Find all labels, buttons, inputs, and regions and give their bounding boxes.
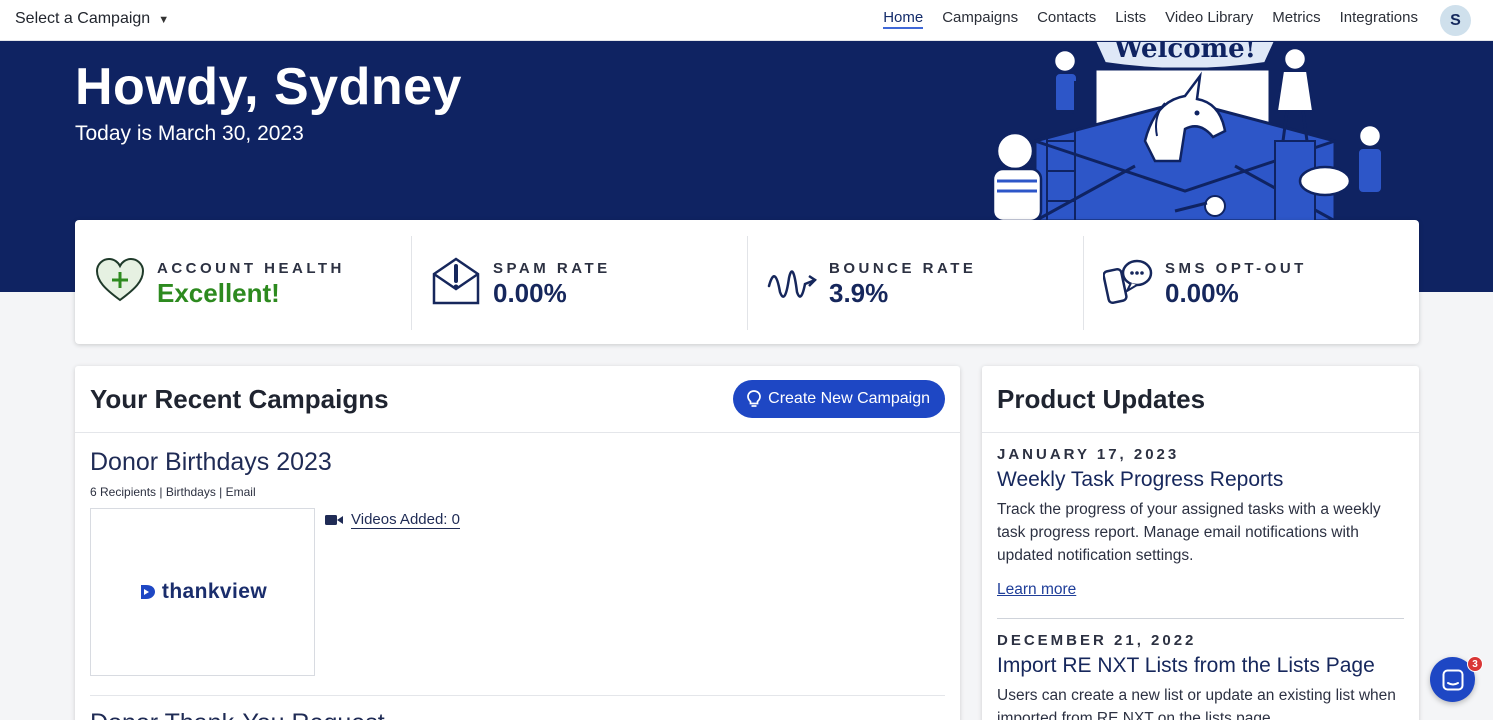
divider bbox=[997, 618, 1404, 619]
stat-value: 0.00% bbox=[1165, 278, 1239, 308]
stat-bounce-rate: BOUNCE RATE 3.9% bbox=[747, 220, 1083, 344]
greeting-heading: Howdy, Sydney bbox=[75, 58, 462, 116]
stat-spam-rate: SPAM RATE 0.00% bbox=[411, 220, 747, 344]
campaign-meta: 6 Recipients | Birthdays | Email bbox=[90, 485, 256, 499]
thankview-logo-mark bbox=[140, 585, 155, 599]
campaign-select-dropdown[interactable]: Select a Campaign ▼ bbox=[15, 10, 169, 28]
main-nav: Home Campaigns Contacts Lists Video Libr… bbox=[883, 9, 1418, 29]
stat-value: 0.00% bbox=[493, 278, 567, 308]
nav-lists[interactable]: Lists bbox=[1115, 9, 1146, 29]
video-camera-icon bbox=[325, 515, 343, 525]
lightbulb-icon bbox=[747, 390, 761, 407]
recent-campaigns-panel: Your Recent Campaigns Create New Campaig… bbox=[75, 366, 960, 720]
notification-badge: 3 bbox=[1467, 656, 1483, 672]
nav-campaigns[interactable]: Campaigns bbox=[942, 9, 1018, 29]
update-body: Users can create a new list or update an… bbox=[997, 687, 1396, 720]
nav-metrics[interactable]: Metrics bbox=[1272, 9, 1320, 29]
stat-label: BOUNCE RATE bbox=[829, 260, 977, 277]
update-title: Weekly Task Progress Reports bbox=[997, 468, 1284, 491]
top-navigation-bar: Select a Campaign ▼ Home Campaigns Conta… bbox=[0, 0, 1493, 41]
campaign-name[interactable]: Donor Birthdays 2023 bbox=[90, 448, 332, 477]
videos-added-link[interactable]: Videos Added: 0 bbox=[325, 511, 460, 529]
stat-label: SPAM RATE bbox=[493, 260, 611, 277]
nav-integrations[interactable]: Integrations bbox=[1340, 9, 1418, 29]
update-title: Import RE NXT Lists from the Lists Page bbox=[997, 654, 1375, 677]
chat-icon bbox=[1442, 669, 1463, 690]
thankview-logo: thankview bbox=[161, 580, 268, 603]
heart-plus-icon bbox=[95, 257, 145, 302]
videos-added-text: Videos Added: 0 bbox=[351, 511, 460, 529]
create-new-campaign-button[interactable]: Create New Campaign bbox=[733, 380, 945, 418]
campaign-select-label: Select a Campaign bbox=[15, 10, 151, 27]
update-item: DECEMBER 21, 2022 Import RE NXT Lists fr… bbox=[997, 632, 1404, 720]
envelope-alert-icon bbox=[432, 257, 480, 305]
welcome-banner-text: Welcome! bbox=[1113, 41, 1256, 64]
bounce-line-icon bbox=[767, 270, 817, 298]
product-updates-title: Product Updates bbox=[997, 384, 1206, 414]
create-new-campaign-label: Create New Campaign bbox=[768, 390, 930, 407]
stat-account-health: ACCOUNT HEALTH Excellent! bbox=[75, 220, 411, 344]
recent-campaigns-title: Your Recent Campaigns bbox=[90, 384, 389, 414]
learn-more-link[interactable]: Learn more bbox=[997, 581, 1076, 599]
divider bbox=[982, 432, 1419, 433]
divider bbox=[90, 695, 945, 696]
stat-sms-opt-out: SMS OPT-OUT 0.00% bbox=[1083, 220, 1419, 344]
update-body: Track the progress of your assigned task… bbox=[997, 501, 1381, 564]
user-avatar[interactable]: S bbox=[1440, 5, 1471, 36]
update-item: JANUARY 17, 2023 Weekly Task Progress Re… bbox=[997, 446, 1404, 599]
nav-home[interactable]: Home bbox=[883, 9, 924, 29]
stat-label: ACCOUNT HEALTH bbox=[157, 260, 345, 277]
update-date: JANUARY 17, 2023 bbox=[997, 446, 1180, 463]
chevron-down-icon: ▼ bbox=[158, 13, 170, 26]
update-date: DECEMBER 21, 2022 bbox=[997, 632, 1197, 649]
nav-video-library[interactable]: Video Library bbox=[1165, 9, 1253, 29]
product-updates-panel: Product Updates JANUARY 17, 2023 Weekly … bbox=[982, 366, 1419, 720]
campaign-name[interactable]: Donor Thank-You Request bbox=[90, 709, 385, 720]
campaign-thumbnail[interactable]: thankview bbox=[90, 508, 315, 676]
account-stats-card: ACCOUNT HEALTH Excellent! SPAM RATE 0.00… bbox=[75, 220, 1419, 344]
stat-label: SMS OPT-OUT bbox=[1165, 260, 1307, 277]
welcome-illustration: Welcome! bbox=[991, 41, 1383, 221]
stat-value: 3.9% bbox=[829, 278, 889, 308]
divider bbox=[75, 432, 960, 433]
phone-chat-icon bbox=[1103, 259, 1153, 305]
today-date: Today is March 30, 2023 bbox=[75, 122, 304, 145]
stat-value: Excellent! bbox=[157, 278, 280, 308]
nav-contacts[interactable]: Contacts bbox=[1037, 9, 1096, 29]
